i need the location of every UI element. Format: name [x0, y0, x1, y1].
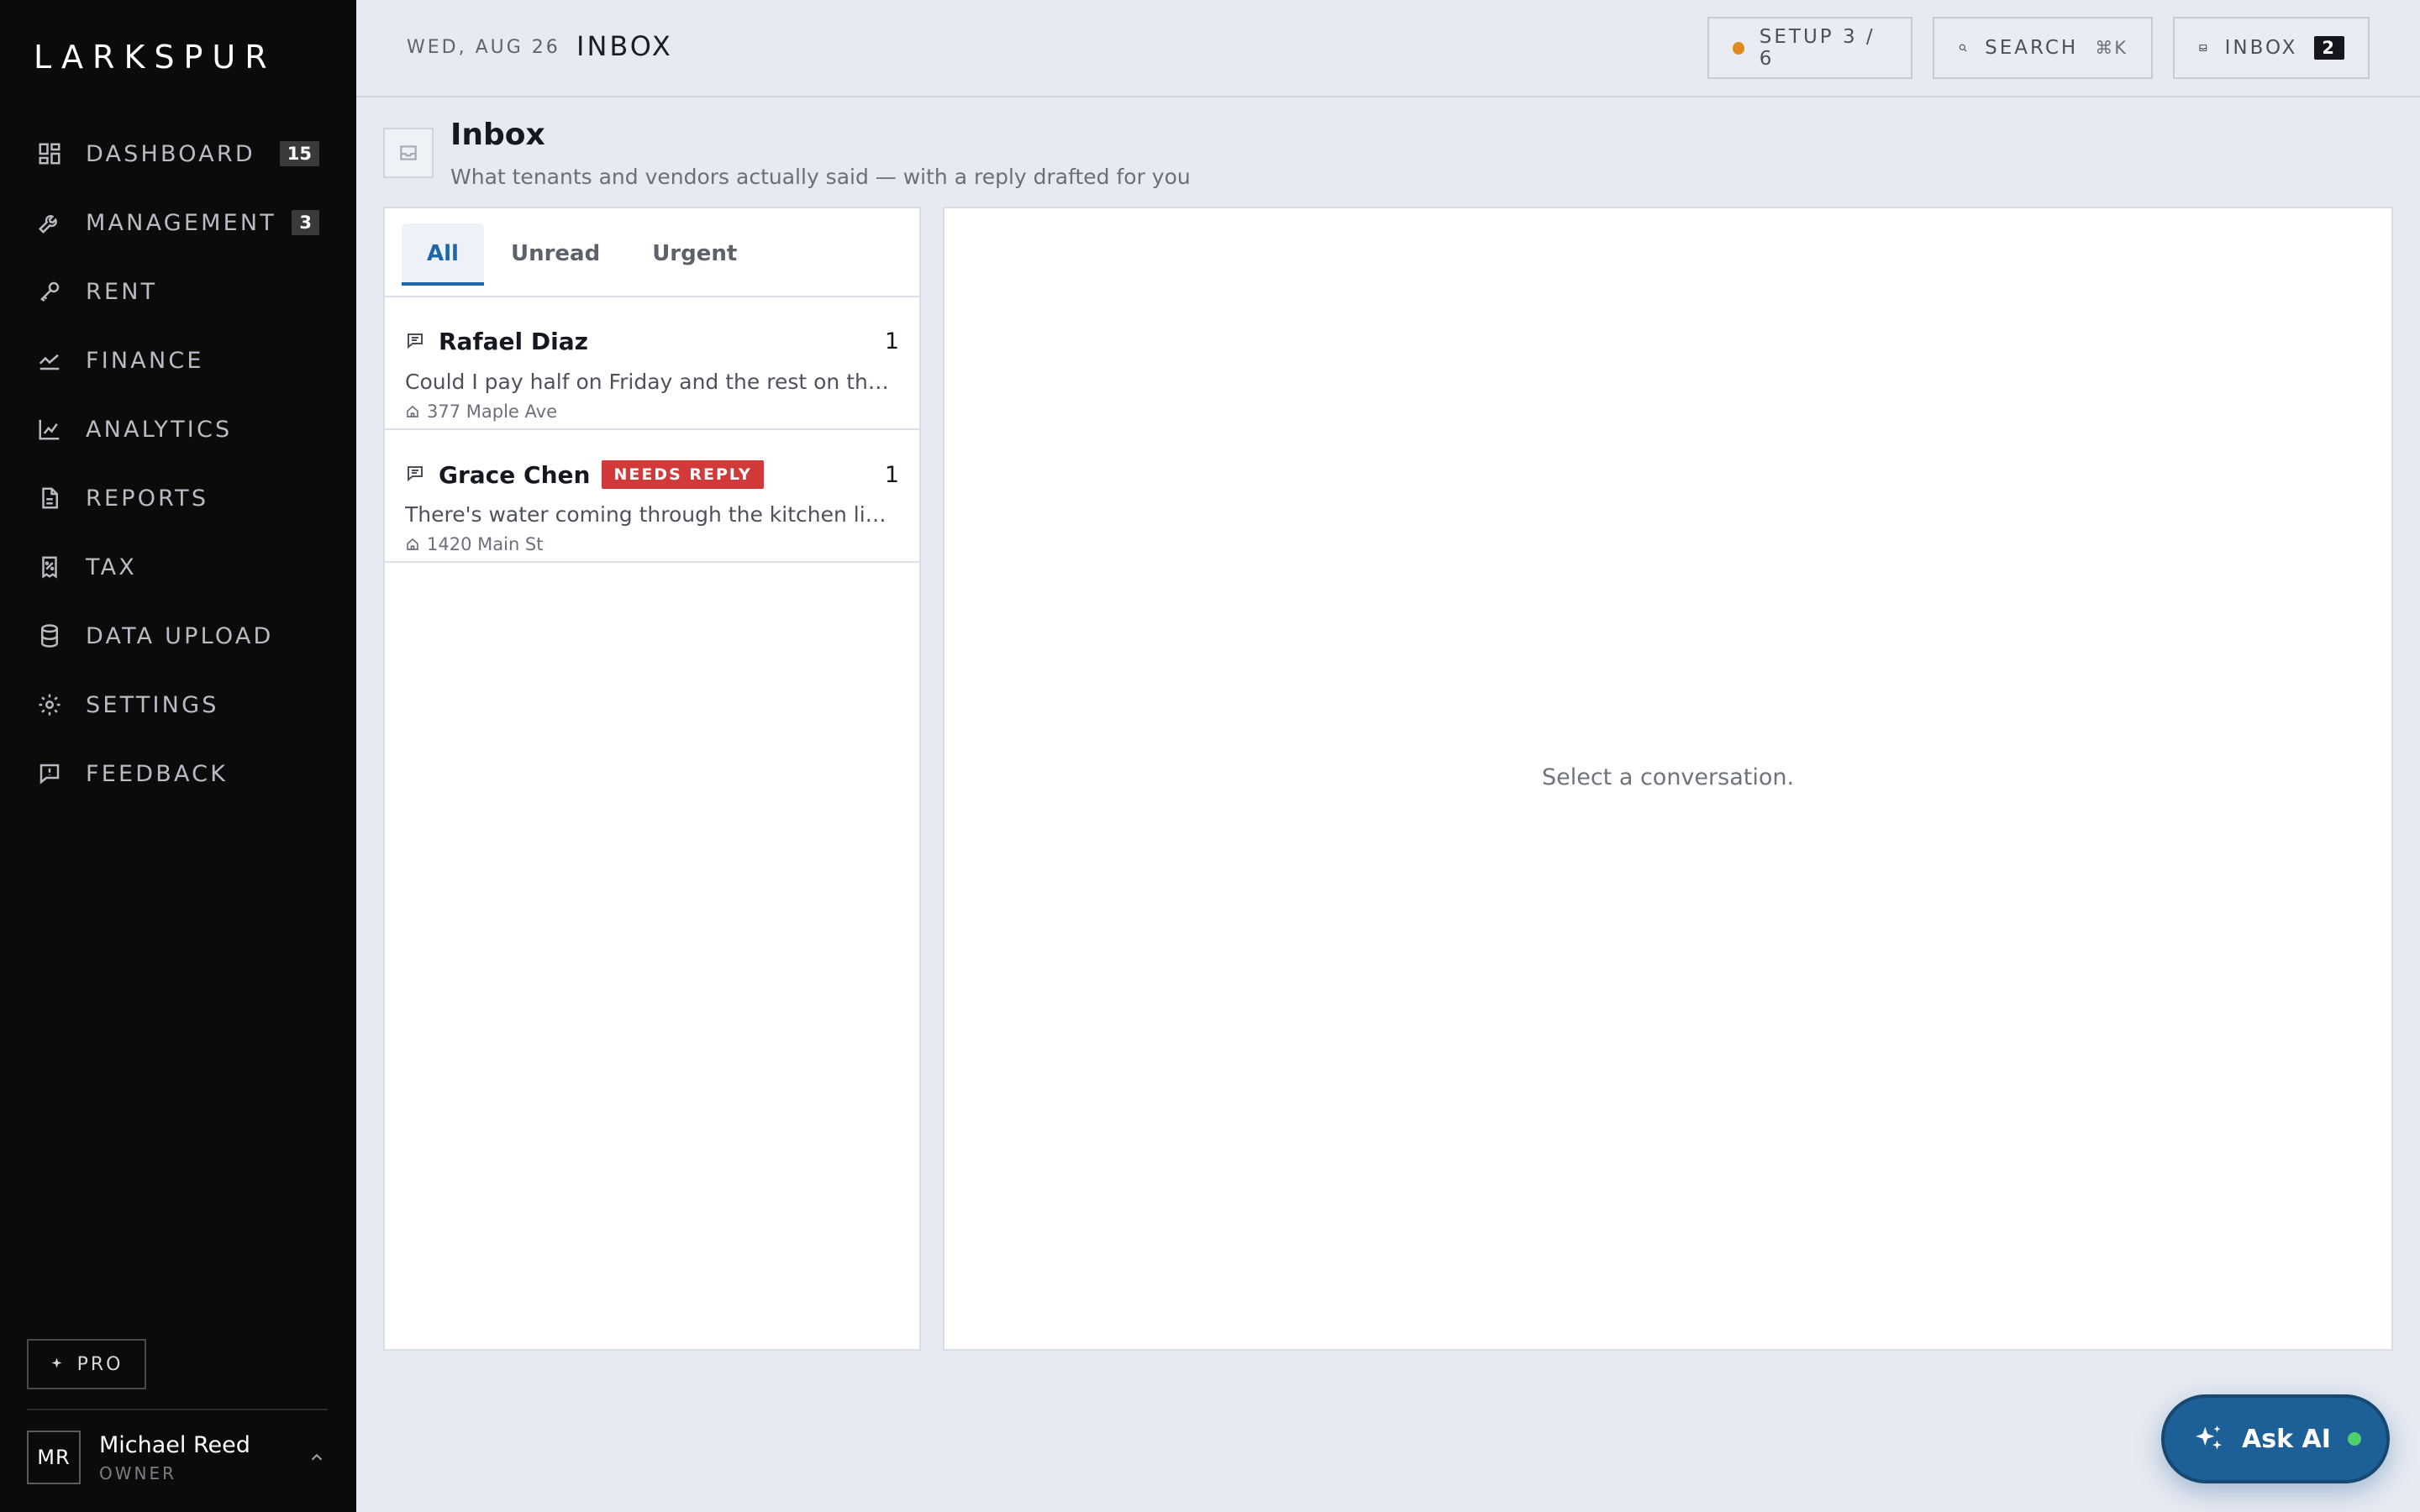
document-icon: [37, 486, 62, 511]
feedback-icon: [37, 761, 62, 786]
message-icon: [405, 463, 425, 486]
inbox-button[interactable]: INBOX 2: [2173, 17, 2370, 79]
sidebar-item-rent[interactable]: RENT: [0, 257, 356, 326]
divider: [27, 1409, 328, 1410]
sidebar-item-label: TAX: [86, 554, 137, 580]
sidebar-item-management[interactable]: MANAGEMENT 3: [0, 188, 356, 257]
database-icon: [37, 623, 62, 648]
user-menu[interactable]: MR Michael Reed OWNER: [27, 1430, 328, 1485]
search-shortcut: ⌘K: [2095, 38, 2128, 58]
topbar: WED, AUG 26 INBOX SETUP 3 / 6 SEARCH ⌘K …: [356, 0, 2420, 97]
dashboard-icon: [37, 141, 62, 166]
conversation-item[interactable]: Rafael Diaz 1 Could I pay half on Friday…: [385, 297, 919, 430]
sidebar-nav: DASHBOARD 15 MANAGEMENT 3 RENT FINANCE A…: [0, 119, 356, 808]
bar-chart-icon: [37, 417, 62, 442]
sidebar-item-analytics[interactable]: ANALYTICS: [0, 395, 356, 464]
ask-ai-label: Ask AI: [2242, 1424, 2331, 1454]
tab-urgent[interactable]: Urgent: [627, 223, 762, 284]
sidebar-item-tax[interactable]: TAX: [0, 533, 356, 601]
count-badge: 15: [279, 141, 319, 166]
ask-ai-button[interactable]: Ask AI: [2161, 1394, 2390, 1483]
message-count: 1: [884, 328, 899, 354]
sidebar-item-feedback[interactable]: FEEDBACK: [0, 739, 356, 808]
inbox-page-icon: [383, 128, 434, 178]
sidebar-item-label: SETTINGS: [86, 691, 219, 718]
sidebar-item-label: REPORTS: [86, 485, 209, 512]
message-preview: There's water coming through the kitchen…: [405, 502, 892, 527]
address-text: 1420 Main St: [427, 534, 544, 554]
sparkle-icon: [51, 1357, 62, 1368]
sidebar-item-finance[interactable]: FINANCE: [0, 326, 356, 395]
sender-name: Rafael Diaz: [439, 328, 588, 355]
search-label: SEARCH: [1985, 37, 2079, 59]
inbox-label: INBOX: [2224, 37, 2298, 59]
pro-label: PRO: [76, 1353, 124, 1375]
sidebar-item-label: FEEDBACK: [86, 760, 229, 787]
sender-name: Grace Chen: [439, 460, 591, 489]
sidebar-item-label: DASHBOARD: [86, 140, 255, 167]
chevron-up-icon: [308, 1448, 326, 1467]
sidebar-item-settings[interactable]: SETTINGS: [0, 670, 356, 739]
receipt-icon: [37, 554, 62, 580]
sidebar-item-label: RENT: [86, 278, 158, 305]
online-status-dot: [2347, 1432, 2361, 1446]
wrench-icon: [37, 210, 62, 235]
pro-button[interactable]: PRO: [27, 1339, 146, 1389]
message-icon: [405, 330, 425, 354]
tab-unread[interactable]: Unread: [486, 223, 625, 284]
sparkle-icon: [2196, 1425, 2223, 1450]
page-title: Inbox: [450, 118, 545, 152]
count-badge: 3: [292, 210, 319, 235]
gear-icon: [37, 692, 62, 717]
sidebar-item-label: MANAGEMENT: [86, 209, 276, 236]
search-button[interactable]: SEARCH ⌘K: [1933, 17, 2153, 79]
search-icon: [1959, 44, 1967, 52]
sidebar: LARKSPUR DASHBOARD 15 MANAGEMENT 3 RENT: [0, 0, 356, 1512]
user-name: Michael Reed: [99, 1431, 250, 1458]
sidebar-item-label: FINANCE: [86, 347, 204, 374]
setup-status-dot: [1733, 41, 1744, 55]
section-title: INBOX: [576, 30, 673, 62]
key-icon: [37, 279, 62, 304]
filter-tabs: All Unread Urgent: [385, 208, 919, 297]
home-icon: [407, 538, 418, 550]
empty-state-message: Select a conversation.: [1541, 764, 1795, 790]
conversation-item[interactable]: Grace Chen NEEDS REPLY 1 There's water c…: [385, 430, 919, 563]
current-date: WED, AUG 26: [407, 37, 560, 58]
sidebar-item-label: DATA UPLOAD: [86, 622, 274, 649]
sidebar-item-dashboard[interactable]: DASHBOARD 15: [0, 119, 356, 188]
needs-reply-badge: NEEDS REPLY: [602, 460, 764, 489]
message-count: 1: [884, 461, 899, 488]
message-preview: Could I pay half on Friday and the rest …: [405, 370, 892, 394]
avatar: MR: [27, 1431, 81, 1484]
sidebar-item-data-upload[interactable]: DATA UPLOAD: [0, 601, 356, 670]
tab-all[interactable]: All: [402, 223, 484, 286]
conversation-detail-panel: Select a conversation.: [943, 207, 2393, 1351]
trend-icon: [37, 348, 62, 373]
setup-label: SETUP 3 / 6: [1759, 26, 1876, 70]
address-text: 377 Maple Ave: [427, 402, 557, 422]
conversation-list-panel: All Unread Urgent Rafael Diaz 1 Could I …: [383, 207, 921, 1351]
sidebar-item-reports[interactable]: REPORTS: [0, 464, 356, 533]
setup-progress-button[interactable]: SETUP 3 / 6: [1707, 17, 1912, 79]
inbox-count-badge: 2: [2314, 36, 2344, 60]
property-address: 1420 Main St: [405, 534, 544, 554]
sidebar-item-label: ANALYTICS: [86, 416, 233, 443]
user-role: OWNER: [99, 1462, 177, 1483]
page-subtitle: What tenants and vendors actually said —…: [450, 165, 1191, 189]
brand-logo[interactable]: LARKSPUR: [34, 39, 276, 76]
property-address: 377 Maple Ave: [405, 402, 557, 422]
inbox-icon: [2199, 45, 2207, 51]
home-icon: [407, 405, 418, 417]
